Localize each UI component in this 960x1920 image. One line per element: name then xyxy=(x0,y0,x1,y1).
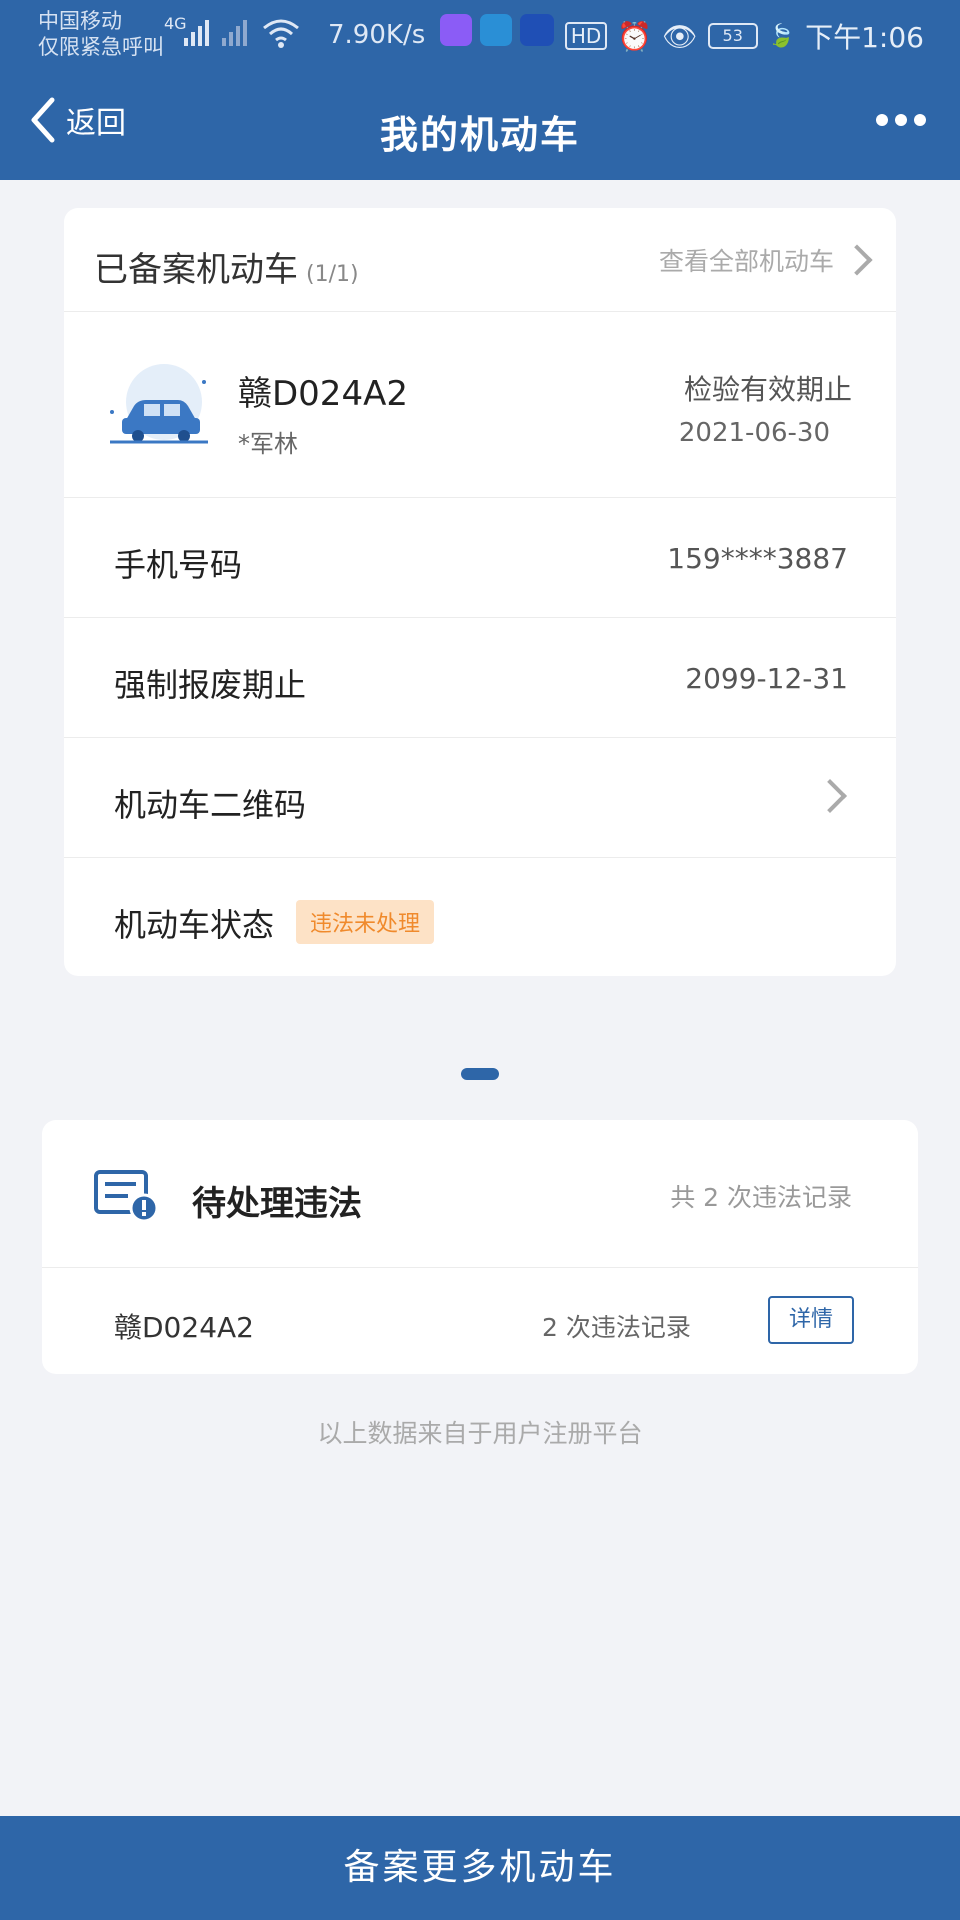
battery-indicator: 53 xyxy=(707,23,758,49)
phone-label: 手机号码 xyxy=(114,546,243,584)
view-all-label: 查看全部机动车 xyxy=(658,247,834,276)
page-title: 我的机动车 xyxy=(379,113,580,157)
data-source-note: 以上数据来自于用户注册平台 xyxy=(317,1419,643,1448)
violation-plate: 赣D024A2 xyxy=(114,1311,254,1344)
status-right: HD ⏰ 👁 53 🍃 下午1:06 xyxy=(564,16,924,56)
carrier-name: 中国移动 xyxy=(38,9,122,33)
violation-row: 赣D024A2 2 次违法记录 详情 xyxy=(42,1268,918,1374)
page-indicator xyxy=(461,1068,499,1080)
signal-icon xyxy=(184,20,247,46)
violations-header: 待处理违法 共 2 次违法记录 xyxy=(42,1120,918,1268)
hd-badge: HD xyxy=(564,22,608,50)
inspection-label: 检验有效期止 xyxy=(683,373,852,406)
vehicle-status-row: 机动车状态 违法未处理 xyxy=(64,858,896,976)
violation-count: 2 次违法记录 xyxy=(542,1313,691,1342)
chevron-right-icon xyxy=(841,244,873,276)
leaf-icon: 🍃 xyxy=(767,23,796,49)
view-all-vehicles-link[interactable]: 查看全部机动车 xyxy=(658,242,873,278)
vehicle-card: 已备案机动车 (1/1) 查看全部机动车 赣D024A2 *军林 检验有效期止 2… xyxy=(64,208,896,976)
vehicle-owner: *军林 xyxy=(238,430,298,458)
chevron-right-icon xyxy=(813,779,847,813)
registered-vehicles-label: 已备案机动车 xyxy=(94,250,298,290)
more-icon xyxy=(876,114,888,126)
car-home-app-icon xyxy=(520,14,554,46)
register-more-vehicles-button[interactable]: 备案更多机动车 xyxy=(0,1816,960,1920)
violations-total: 共 2 次违法记录 xyxy=(670,1183,852,1212)
notification-icons xyxy=(440,14,554,46)
carrier-info: 中国移动 仅限紧急呼叫 xyxy=(38,8,164,60)
more-button[interactable] xyxy=(876,114,926,126)
qr-code-row[interactable]: 机动车二维码 xyxy=(64,738,896,858)
car-icon xyxy=(110,364,208,444)
status-time: 下午1:06 xyxy=(805,21,924,54)
podcast-app-icon xyxy=(480,14,512,46)
vehicle-count: (1/1) xyxy=(306,262,359,287)
scrap-date-row: 强制报废期止 2099-12-31 xyxy=(64,618,896,738)
status-badge: 违法未处理 xyxy=(296,900,435,944)
nav-bar: 返回 我的机动车 xyxy=(0,70,960,180)
qr-code-label: 机动车二维码 xyxy=(114,786,307,824)
vehicle-status-label: 机动车状态 xyxy=(114,906,275,944)
top-bar: 中国移动 仅限紧急呼叫 4G 7.90K/s HD ⏰ 👁 53 🍃 下午1:0… xyxy=(0,0,960,180)
alarm-icon: ⏰ xyxy=(617,19,653,53)
phone-value: 159****3887 xyxy=(667,542,848,575)
phone-row: 手机号码 159****3887 xyxy=(64,498,896,618)
wifi-icon xyxy=(263,19,299,48)
document-alert-icon xyxy=(94,1170,159,1223)
vehicle-summary[interactable]: 赣D024A2 *军林 检验有效期止 2021-06-30 xyxy=(64,312,896,498)
detail-button[interactable]: 详情 xyxy=(768,1296,854,1344)
carrier-status: 仅限紧急呼叫 xyxy=(38,35,164,59)
eye-icon: 👁 xyxy=(662,19,698,53)
vehicle-plate: 赣D024A2 xyxy=(238,374,408,414)
pending-violations-title: 待处理违法 xyxy=(192,1184,362,1224)
vehicle-card-title: 已备案机动车 (1/1) xyxy=(94,242,359,291)
scrap-date-label: 强制报废期止 xyxy=(114,666,307,704)
inspection-date: 2021-06-30 xyxy=(678,418,830,448)
vehicle-card-header: 已备案机动车 (1/1) 查看全部机动车 xyxy=(64,208,896,312)
status-bar: 中国移动 仅限紧急呼叫 4G 7.90K/s HD ⏰ 👁 53 🍃 下午1:0… xyxy=(0,0,960,70)
net-speed: 7.90K/s xyxy=(328,20,426,50)
scrap-date-value: 2099-12-31 xyxy=(685,662,848,695)
video-app-icon xyxy=(440,14,472,46)
violations-card: 待处理违法 共 2 次违法记录 赣D024A2 2 次违法记录 详情 xyxy=(42,1120,918,1374)
